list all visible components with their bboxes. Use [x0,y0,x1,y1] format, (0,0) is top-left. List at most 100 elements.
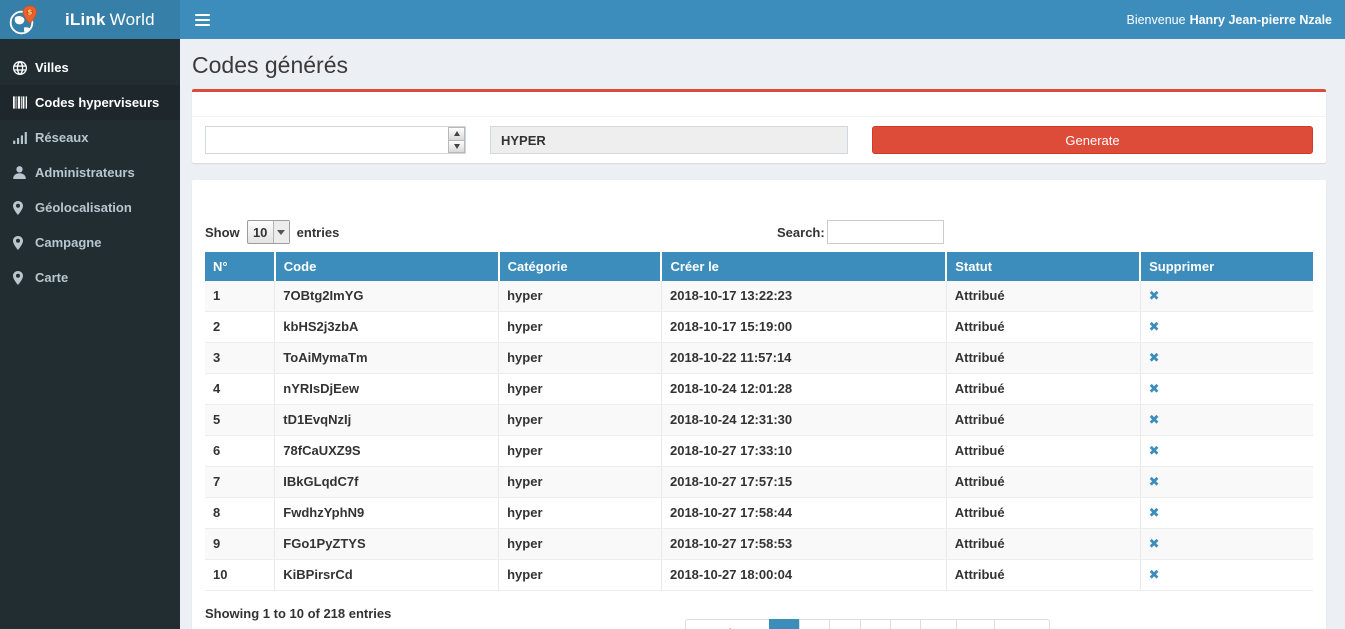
category-cell: hyper [499,467,662,498]
num-cell: 3 [205,343,275,374]
column-header-category: Catégorie [499,252,662,281]
code-cell: 7OBtg2ImYG [275,281,499,312]
category-cell: hyper [499,436,662,467]
spinner-down-icon[interactable] [448,140,465,154]
quantity-input[interactable] [205,126,466,154]
main-content: Codes générés Generate Show [180,0,1345,629]
app-logo[interactable]: $ iLinkWorld [0,0,180,39]
status-cell: Attribué [946,467,1140,498]
hamburger-menu-icon[interactable] [180,0,225,39]
delete-icon[interactable]: ✖ [1149,536,1160,551]
quantity-stepper[interactable] [448,127,465,153]
delete-cell: ✖ [1140,405,1313,436]
spinner-up-icon[interactable] [448,127,465,141]
pagination-page-4[interactable]: 4 [861,619,891,629]
sidebar-item-carte[interactable]: Carte [0,260,180,295]
delete-icon[interactable]: ✖ [1149,319,1160,334]
sidebar-item-reseaux[interactable]: Réseaux [0,120,180,155]
pagination-page-22[interactable]: 22 [957,619,994,629]
column-header-code: Code [275,252,499,281]
delete-icon[interactable]: ✖ [1149,350,1160,365]
sidebar-item-label: Administrateurs [35,165,135,180]
panel-header [192,92,1326,117]
status-cell: Attribué [946,343,1140,374]
delete-cell: ✖ [1140,560,1313,591]
delete-icon[interactable]: ✖ [1149,381,1160,396]
page-length-control: Show 10 entries [205,220,1313,244]
status-cell: Attribué [946,374,1140,405]
chevron-down-icon [273,221,289,243]
num-cell: 10 [205,560,275,591]
sidebar-item-villes[interactable]: Villes [0,50,180,85]
sidebar-item-label: Villes [35,60,69,75]
sidebar-item-campagne[interactable]: Campagne [0,225,180,260]
delete-icon[interactable]: ✖ [1149,474,1160,489]
status-cell: Attribué [946,436,1140,467]
sidebar-item-geolocalisation[interactable]: Géolocalisation [0,190,180,225]
sidebar-item-administrateurs[interactable]: Administrateurs [0,155,180,190]
delete-cell: ✖ [1140,436,1313,467]
pagination-page-5[interactable]: 5 [891,619,921,629]
delete-icon[interactable]: ✖ [1149,505,1160,520]
status-cell: Attribué [946,560,1140,591]
table-row: 5 tD1EvqNzIj hyper 2018-10-24 12:31:30 A… [205,405,1313,436]
category-cell: hyper [499,281,662,312]
user-icon [13,166,35,179]
brand-name: iLinkWorld [65,10,155,30]
delete-icon[interactable]: ✖ [1149,567,1160,582]
created-cell: 2018-10-24 12:01:28 [661,374,946,405]
category-cell: hyper [499,529,662,560]
delete-icon[interactable]: ✖ [1149,288,1160,303]
created-cell: 2018-10-17 13:22:23 [661,281,946,312]
code-cell: nYRIsDjEew [275,374,499,405]
table-row: 4 nYRIsDjEew hyper 2018-10-24 12:01:28 A… [205,374,1313,405]
generate-codes-panel: Generate [192,89,1326,163]
table-row: 9 FGo1PyZTYS hyper 2018-10-27 17:58:53 A… [205,529,1313,560]
map-marker-icon [13,236,35,250]
showing-entries-info: Showing 1 to 10 of 218 entries [205,591,1313,621]
table-controls: Show 10 entries Search: [205,220,1313,246]
code-cell: IBkGLqdC7f [275,467,499,498]
codes-table: N° Code Catégorie Créer le Statut Suppri… [205,252,1313,591]
num-cell: 5 [205,405,275,436]
num-cell: 1 [205,281,275,312]
search-input[interactable] [827,220,944,244]
svg-text:$: $ [27,7,32,16]
pagination-page-1[interactable]: 1 [770,619,800,629]
table-row: 1 7OBtg2ImYG hyper 2018-10-17 13:22:23 A… [205,281,1313,312]
code-cell: kbHS2j3zbA [275,312,499,343]
pagination-next[interactable]: Next [995,619,1050,629]
column-header-delete: Supprimer [1140,252,1313,281]
created-cell: 2018-10-24 12:31:30 [661,405,946,436]
sidebar-item-codes-hyperviseurs[interactable]: Codes hyperviseurs [0,85,180,120]
entries-label: entries [297,225,340,240]
sidebar: $ iLinkWorld Villes Codes hyperviseurs R… [0,0,180,629]
map-marker-icon [13,201,35,215]
status-cell: Attribué [946,529,1140,560]
sidebar-item-label: Carte [35,270,68,285]
delete-cell: ✖ [1140,343,1313,374]
code-cell: ToAiMymaTm [275,343,499,374]
pagination-page-2[interactable]: 2 [800,619,830,629]
page-length-select[interactable]: 10 [247,220,290,244]
table-row: 6 78fCaUXZ9S hyper 2018-10-27 17:33:10 A… [205,436,1313,467]
pagination-previous[interactable]: Previous [686,619,770,629]
sidebar-item-label: Géolocalisation [35,200,132,215]
pagination-ellipsis: … [921,619,957,629]
signal-icon [13,132,35,144]
status-cell: Attribué [946,281,1140,312]
table-footer: Showing 1 to 10 of 218 entries Previous … [205,591,1313,629]
delete-icon[interactable]: ✖ [1149,412,1160,427]
generate-button[interactable]: Generate [872,126,1313,154]
pagination-page-3[interactable]: 3 [830,619,860,629]
page-length-value: 10 [248,225,273,240]
delete-cell: ✖ [1140,374,1313,405]
show-label: Show [205,225,240,240]
delete-icon[interactable]: ✖ [1149,443,1160,458]
created-cell: 2018-10-27 18:00:04 [661,560,946,591]
created-cell: 2018-10-27 17:58:53 [661,529,946,560]
category-cell: hyper [499,312,662,343]
delete-cell: ✖ [1140,281,1313,312]
globe-icon [13,61,35,75]
category-cell: hyper [499,343,662,374]
